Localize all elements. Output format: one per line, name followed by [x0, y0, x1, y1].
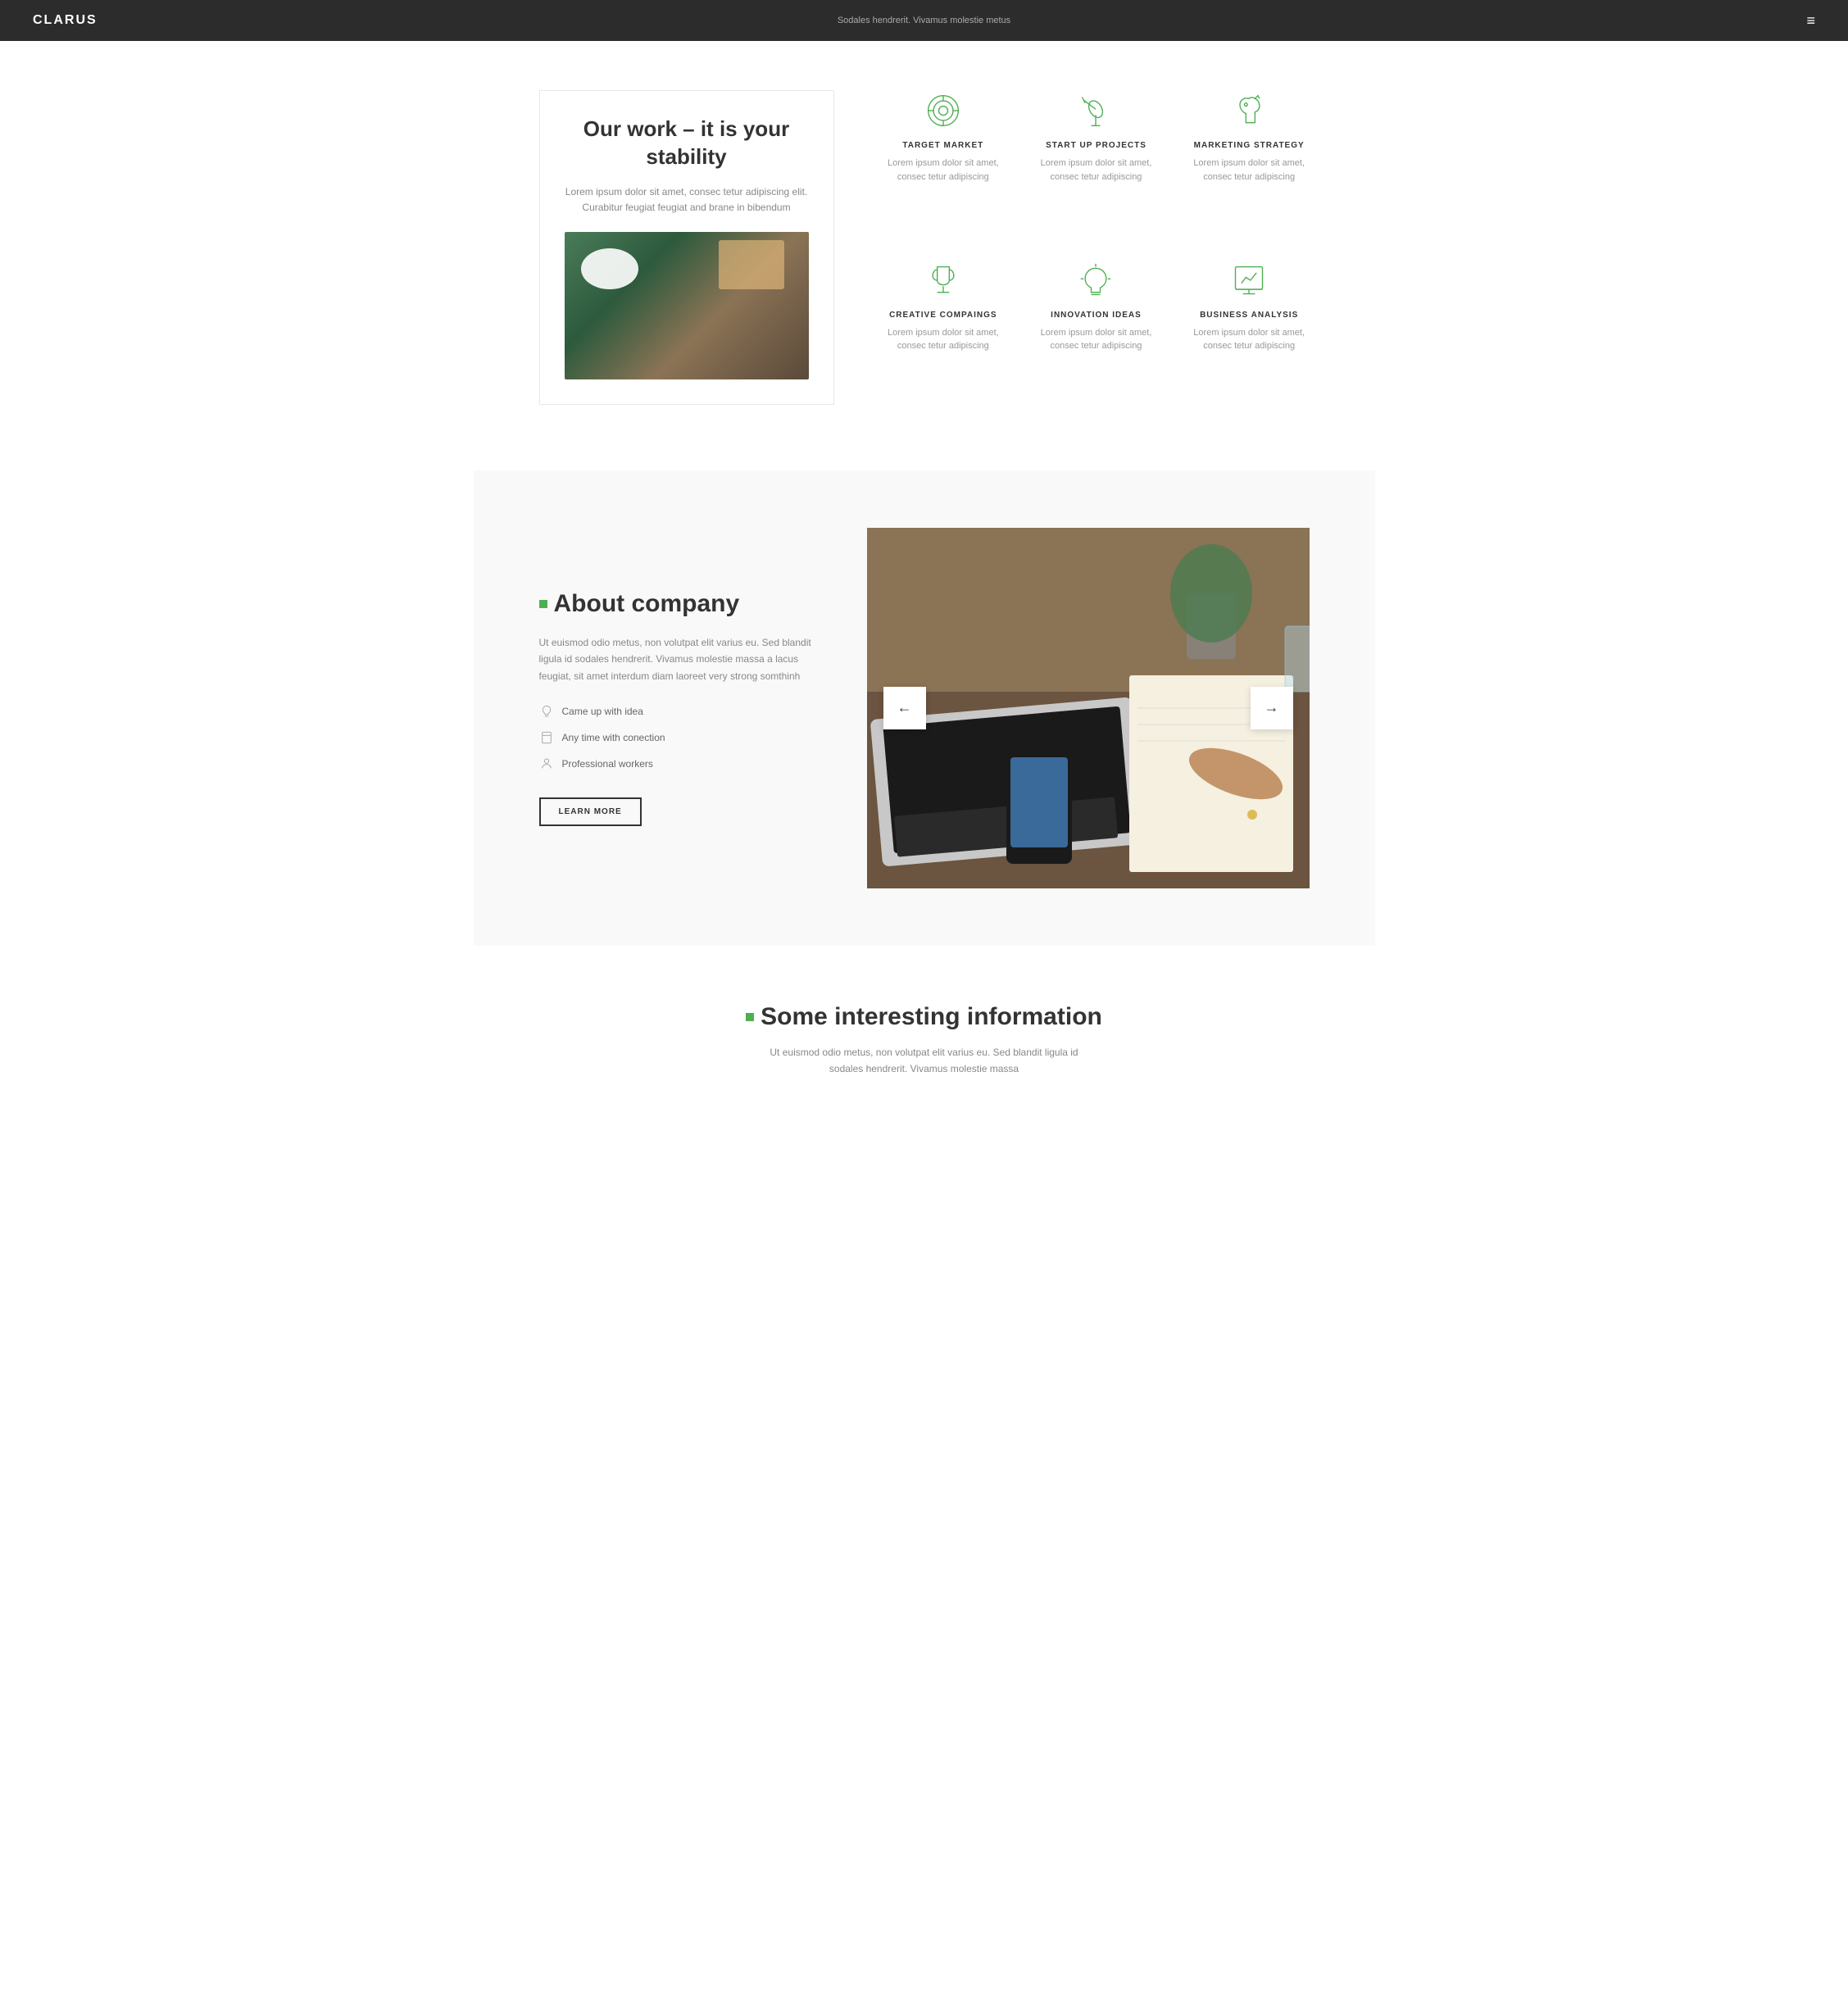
section-info: Some interesting information Ut euismod …: [474, 946, 1375, 1111]
trophy-icon: [923, 260, 964, 301]
feature-business-title: BUSINESS ANALYSIS: [1189, 311, 1310, 320]
navbar: CLARUS Sodales hendrerit. Vivamus molest…: [0, 0, 1848, 41]
bookmark-icon: [539, 730, 554, 745]
list-item-connection: Any time with conection: [539, 730, 818, 745]
feature-innovation-title: INNOVATION IDEAS: [1036, 311, 1156, 320]
feature-marketing-strategy: MARKETING STRATEGY Lorem ipsum dolor sit…: [1189, 90, 1310, 235]
feature-business-desc: Lorem ipsum dolor sit amet, consec tetur…: [1189, 326, 1310, 353]
list-item-workers: Professional workers: [539, 756, 818, 771]
feature-target-market-desc: Lorem ipsum dolor sit amet, consec tetur…: [883, 157, 1004, 184]
feature-innovation-desc: Lorem ipsum dolor sit amet, consec tetur…: [1036, 326, 1156, 353]
lightbulb-icon: [539, 704, 554, 719]
work-image: [565, 232, 809, 379]
feature-creative-campaigns: CREATIVE COMPAINGS Lorem ipsum dolor sit…: [883, 260, 1004, 405]
feature-innovation-ideas: INNOVATION IDEAS Lorem ipsum dolor sit a…: [1036, 260, 1156, 405]
about-text: Ut euismod odio metus, non volutpat elit…: [539, 634, 818, 684]
learn-more-button[interactable]: LEARN MORE: [539, 797, 642, 826]
list-item-connection-text: Any time with conection: [562, 732, 665, 743]
feature-startup-desc: Lorem ipsum dolor sit amet, consec tetur…: [1036, 157, 1156, 184]
section-work: Our work – it is your stability Lorem ip…: [474, 41, 1375, 470]
feature-marketing-desc: Lorem ipsum dolor sit amet, consec tetur…: [1189, 157, 1310, 184]
chart-icon: [1228, 260, 1269, 301]
feature-marketing-title: MARKETING STRATEGY: [1189, 141, 1310, 150]
carousel-prev-button[interactable]: ←: [883, 687, 926, 729]
heading-accent-square: [539, 600, 547, 608]
nav-tagline: Sodales hendrerit. Vivamus molestie metu…: [838, 16, 1010, 25]
list-item-workers-text: Professional workers: [562, 758, 653, 770]
about-right-image: ← →: [867, 528, 1310, 888]
person-icon: [539, 756, 554, 771]
list-item-idea-text: Came up with idea: [562, 706, 643, 717]
section-about: About company Ut euismod odio metus, non…: [474, 470, 1375, 946]
hamburger-menu-icon[interactable]: ≡: [1806, 12, 1815, 30]
telescope-icon: [1075, 90, 1116, 131]
horse-icon: [1228, 90, 1269, 131]
feature-startup-projects: START UP PROJECTS Lorem ipsum dolor sit …: [1036, 90, 1156, 235]
feature-creative-desc: Lorem ipsum dolor sit amet, consec tetur…: [883, 326, 1004, 353]
feature-target-market-title: TARGET MARKET: [883, 141, 1004, 150]
carousel-next-button[interactable]: →: [1251, 687, 1293, 729]
work-title: Our work – it is your stability: [565, 116, 809, 171]
features-grid: TARGET MARKET Lorem ipsum dolor sit amet…: [883, 90, 1310, 405]
info-heading: Some interesting information: [539, 1003, 1310, 1031]
nav-logo: CLARUS: [33, 13, 98, 28]
bulb-icon: [1075, 260, 1116, 301]
about-left-content: About company Ut euismod odio metus, non…: [539, 590, 818, 826]
feature-business-analysis: BUSINESS ANALYSIS Lorem ipsum dolor sit …: [1189, 260, 1310, 405]
feature-creative-title: CREATIVE COMPAINGS: [883, 311, 1004, 320]
work-description: Lorem ipsum dolor sit amet, consec tetur…: [565, 184, 809, 216]
about-heading: About company: [539, 590, 818, 618]
list-item-idea: Came up with idea: [539, 704, 818, 719]
feature-startup-title: START UP PROJECTS: [1036, 141, 1156, 150]
work-left-card: Our work – it is your stability Lorem ip…: [539, 90, 834, 405]
about-carousel-image: [867, 528, 1310, 888]
about-list: Came up with idea Any time with conectio…: [539, 704, 818, 771]
info-heading-accent: [746, 1013, 754, 1021]
info-text: Ut euismod odio metus, non volutpat elit…: [752, 1044, 1097, 1078]
target-icon: [923, 90, 964, 131]
feature-target-market: TARGET MARKET Lorem ipsum dolor sit amet…: [883, 90, 1004, 235]
